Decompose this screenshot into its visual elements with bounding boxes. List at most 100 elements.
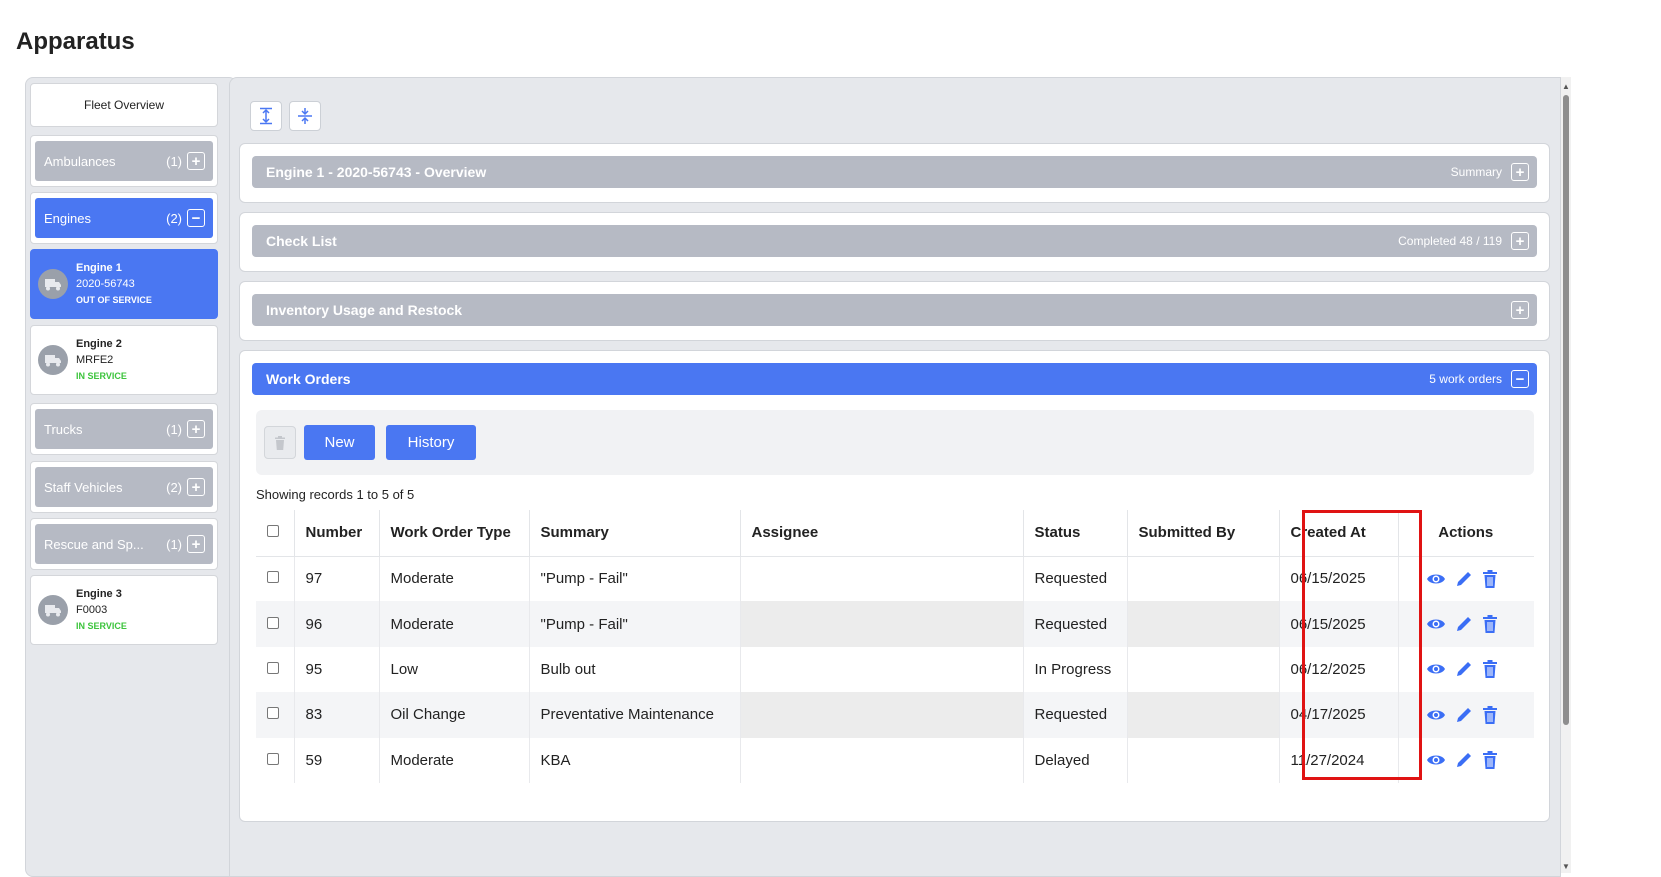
table-header-row: Number Work Order Type Summary Assignee …: [256, 510, 1534, 557]
delete-icon[interactable]: [1482, 615, 1498, 634]
expand-icon[interactable]: +: [187, 478, 205, 496]
section-checklist: Check List Completed 48 / 119 +: [239, 212, 1550, 272]
section-work-orders-header[interactable]: Work Orders 5 work orders −: [252, 363, 1537, 395]
cell-status: Requested: [1023, 601, 1128, 647]
scroll-thumb[interactable]: [1563, 95, 1569, 725]
sidebar-vehicle-engine-1[interactable]: Engine 1 2020-56743 OUT OF SERVICE: [30, 249, 218, 319]
edit-icon[interactable]: [1455, 706, 1473, 724]
row-checkbox[interactable]: [267, 752, 279, 765]
delete-icon[interactable]: [1482, 751, 1498, 770]
column-header[interactable]: Number: [294, 510, 380, 557]
delete-icon[interactable]: [1482, 660, 1498, 679]
view-icon[interactable]: [1426, 617, 1446, 631]
scroll-up-arrow-icon[interactable]: ▲: [1562, 82, 1570, 91]
edit-icon[interactable]: [1455, 751, 1473, 769]
section-overview: Engine 1 - 2020-56743 - Overview Summary…: [239, 143, 1550, 203]
sidebar-vehicle-engine-2[interactable]: Engine 2 MRFE2 IN SERVICE: [30, 325, 218, 395]
vehicle-status: IN SERVICE: [76, 371, 127, 381]
view-icon[interactable]: [1426, 753, 1446, 767]
section-inventory-header[interactable]: Inventory Usage and Restock +: [252, 294, 1537, 326]
cell-number: 83: [294, 692, 380, 738]
select-all-checkbox[interactable]: [267, 525, 279, 538]
cell-type: Oil Change: [379, 692, 530, 738]
column-header[interactable]: Created At: [1279, 510, 1399, 557]
view-icon[interactable]: [1426, 662, 1446, 676]
cell-created-at: 06/12/2025: [1279, 646, 1399, 693]
group-count: (1): [166, 153, 182, 169]
cell-status: In Progress: [1023, 646, 1128, 693]
cell-created-at: 06/15/2025: [1279, 556, 1399, 602]
group-count: (2): [166, 210, 182, 226]
column-header[interactable]: Assignee: [740, 510, 1024, 557]
group-count: (1): [166, 536, 182, 552]
sidebar-group-trucks[interactable]: Trucks (1) +: [30, 403, 218, 455]
scroll-down-arrow-icon[interactable]: ▼: [1562, 862, 1570, 871]
cell-submitted-by-redacted: [1127, 737, 1280, 783]
table-row: 96 Moderate "Pump - Fail" Requested 06/1…: [256, 601, 1534, 647]
vehicle-name: Engine 1: [76, 262, 122, 274]
section-work-orders: Work Orders 5 work orders − New History …: [239, 350, 1550, 822]
cell-type: Low: [379, 646, 530, 693]
column-header[interactable]: Summary: [529, 510, 741, 557]
cell-assignee-redacted: [740, 646, 1024, 693]
cell-status: Requested: [1023, 692, 1128, 738]
expand-icon[interactable]: +: [187, 535, 205, 553]
page-title: Apparatus: [16, 28, 135, 55]
cell-type: Moderate: [379, 556, 530, 602]
sidebar-group-rescue[interactable]: Rescue and Sp... (1) +: [30, 518, 218, 570]
cell-assignee-redacted: [740, 737, 1024, 783]
sidebar-group-engines[interactable]: Engines (2) −: [30, 192, 218, 244]
cell-status: Requested: [1023, 556, 1128, 602]
expand-icon[interactable]: +: [1511, 163, 1529, 181]
row-checkbox[interactable]: [267, 571, 279, 584]
history-button[interactable]: History: [386, 425, 476, 460]
cell-created-at: 11/27/2024: [1279, 737, 1399, 783]
cell-created-at: 06/15/2025: [1279, 601, 1399, 647]
collapse-icon[interactable]: −: [187, 209, 205, 227]
row-checkbox[interactable]: [267, 661, 279, 674]
edit-icon[interactable]: [1455, 660, 1473, 678]
fleet-overview-button[interactable]: Fleet Overview: [30, 83, 218, 127]
column-header[interactable]: Status: [1023, 510, 1128, 557]
bulk-delete-button[interactable]: [264, 426, 296, 459]
cell-status: Delayed: [1023, 737, 1128, 783]
section-checklist-header[interactable]: Check List Completed 48 / 119 +: [252, 225, 1537, 257]
row-checkbox[interactable]: [267, 616, 279, 629]
group-count: (2): [166, 479, 182, 495]
cell-submitted-by-redacted: [1127, 646, 1280, 693]
sidebar-group-ambulances[interactable]: Ambulances (1) +: [30, 135, 218, 187]
row-checkbox[interactable]: [267, 707, 279, 720]
new-work-order-button[interactable]: New: [304, 425, 375, 460]
table-row: 95 Low Bulb out In Progress 06/12/2025: [256, 646, 1534, 693]
main-panel: Engine 1 - 2020-56743 - Overview Summary…: [229, 77, 1561, 877]
view-icon[interactable]: [1426, 572, 1446, 586]
truck-icon: [38, 595, 68, 625]
table-row: 59 Moderate KBA Delayed 11/27/2024: [256, 737, 1534, 783]
view-icon[interactable]: [1426, 708, 1446, 722]
section-meta: Summary: [1450, 165, 1502, 179]
delete-icon[interactable]: [1482, 569, 1498, 588]
delete-icon[interactable]: [1482, 705, 1498, 724]
cell-assignee-redacted: [740, 692, 1024, 738]
collapse-all-button[interactable]: [289, 101, 321, 131]
vehicle-id: F0003: [76, 604, 108, 616]
expand-icon[interactable]: +: [1511, 301, 1529, 319]
expand-icon[interactable]: +: [187, 420, 205, 438]
expand-all-button[interactable]: [250, 101, 282, 131]
section-overview-header[interactable]: Engine 1 - 2020-56743 - Overview Summary…: [252, 156, 1537, 188]
expand-icon[interactable]: +: [187, 152, 205, 170]
collapse-icon[interactable]: −: [1511, 370, 1529, 388]
page-scrollbar[interactable]: ▲ ▼: [1561, 77, 1571, 873]
edit-icon[interactable]: [1455, 615, 1473, 633]
column-header[interactable]: Submitted By: [1127, 510, 1280, 557]
edit-icon[interactable]: [1455, 570, 1473, 588]
sidebar-group-staff-vehicles[interactable]: Staff Vehicles (2) +: [30, 461, 218, 513]
section-meta: Completed 48 / 119: [1398, 234, 1502, 248]
group-count: (1): [166, 421, 182, 437]
vehicle-name: Engine 3: [76, 588, 122, 600]
expand-icon[interactable]: +: [1511, 232, 1529, 250]
cell-submitted-by-redacted: [1127, 692, 1280, 738]
column-header[interactable]: Work Order Type: [379, 510, 530, 557]
work-orders-table: Number Work Order Type Summary Assignee …: [256, 510, 1534, 783]
sidebar-vehicle-engine-3[interactable]: Engine 3 F0003 IN SERVICE: [30, 575, 218, 645]
